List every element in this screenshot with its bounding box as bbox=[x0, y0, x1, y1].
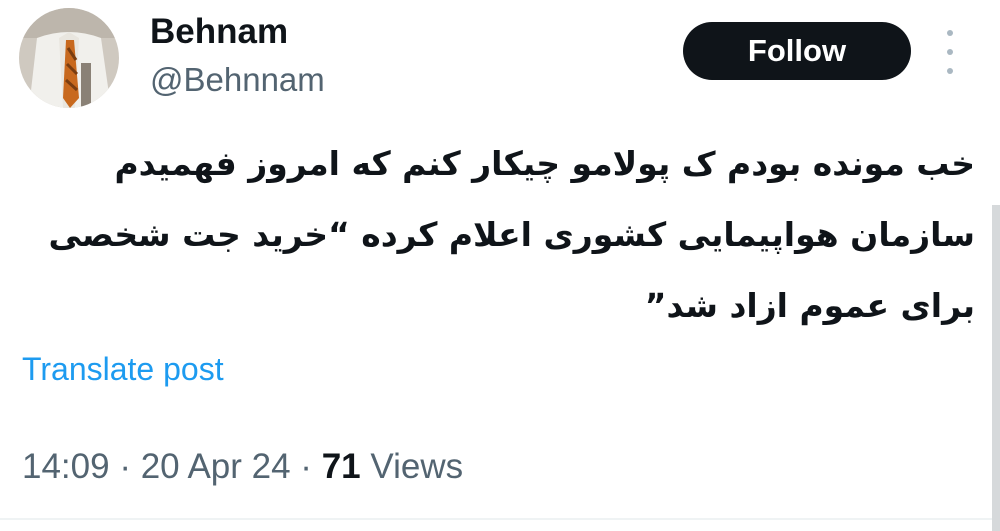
views-count: 71 bbox=[321, 447, 361, 486]
avatar[interactable] bbox=[19, 8, 119, 108]
more-dot bbox=[947, 30, 953, 36]
author-handle[interactable]: @Behnnam bbox=[150, 58, 325, 102]
post-text: خب مونده بودم ک پولامو چیکار کنم که امرو… bbox=[48, 144, 975, 325]
follow-button[interactable]: Follow bbox=[683, 22, 911, 80]
more-vertical-icon[interactable] bbox=[938, 30, 962, 74]
post-meta: 14:09 · 20 Apr 24 · 71 Views bbox=[22, 445, 463, 489]
author-display-name[interactable]: Behnam bbox=[150, 10, 288, 54]
scrollbar[interactable] bbox=[992, 205, 1000, 531]
tweet-card: Behnam @Behnnam Follow خب مونده بودم ک پ… bbox=[0, 0, 1000, 531]
meta-separator: · bbox=[300, 447, 312, 486]
views-label: Views bbox=[370, 447, 464, 486]
more-dot bbox=[947, 68, 953, 74]
meta-separator: · bbox=[119, 447, 131, 486]
post-time[interactable]: 14:09 bbox=[22, 447, 110, 486]
more-dot bbox=[947, 49, 953, 55]
post-date[interactable]: 20 Apr 24 bbox=[141, 447, 291, 486]
translate-post-link[interactable]: Translate post bbox=[22, 347, 224, 391]
divider bbox=[0, 518, 1000, 520]
avatar-image bbox=[19, 8, 119, 108]
